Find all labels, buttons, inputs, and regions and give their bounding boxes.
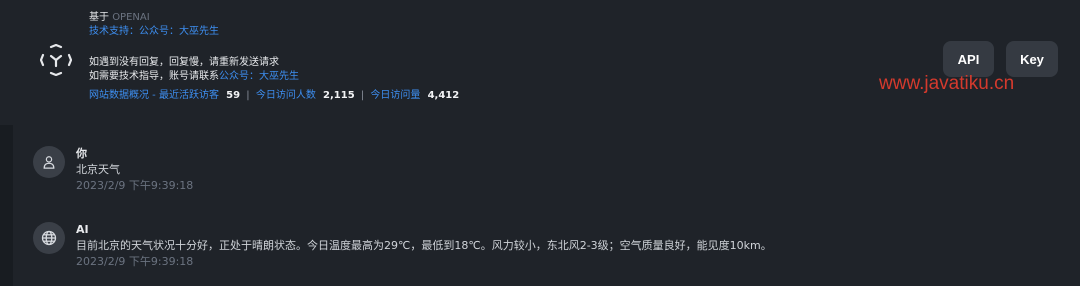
globe-icon — [41, 230, 57, 246]
contact-notice: 如需要技术指导，账号请联系 — [89, 71, 219, 82]
key-button[interactable]: Key — [1006, 41, 1058, 77]
message-body: AI 目前北京的天气状况十分好，正处于晴朗状态。今日温度最高为29℃，最低到18… — [76, 222, 772, 270]
user-icon — [43, 156, 55, 169]
message-timestamp: 2023/2/9 下午9:39:18 — [76, 255, 194, 268]
message-timestamp: 2023/2/9 下午9:39:18 — [76, 179, 194, 192]
message-body: 你 北京天气 2023/2/9 下午9:39:18 — [76, 146, 193, 194]
today-users-label: 今日访问人数 — [255, 90, 316, 101]
api-button[interactable]: API — [943, 41, 994, 77]
left-sidebar — [0, 125, 13, 286]
header: 基于 OPENAI 技术支持：公众号：大巫先生 如遇到没有回复，回复慢，请重新发… — [0, 0, 1080, 125]
powered-by-label: 基于 — [89, 12, 109, 23]
message-author: AI — [76, 223, 89, 236]
today-users-count: 2,115 — [323, 90, 355, 101]
stats-divider: | — [360, 90, 365, 101]
message-author: 你 — [76, 147, 87, 160]
stats-label: 网站数据概况 - 最近活跃访客 — [89, 90, 219, 101]
active-visitors-count: 59 — [226, 90, 241, 101]
watermark: www.javatiku.cn — [879, 73, 1015, 94]
contact-link[interactable]: 公众号：大巫先生 — [219, 71, 299, 82]
stats-divider: | — [246, 90, 250, 101]
model-name: OPENAI — [112, 12, 150, 23]
retry-notice: 如遇到没有回复，回复慢，请重新发送请求 — [89, 57, 279, 68]
message-text: 北京天气 — [76, 163, 120, 176]
today-visits-count: 4,412 — [427, 90, 460, 101]
header-info: 基于 OPENAI 技术支持：公众号：大巫先生 如遇到没有回复，回复慢，请重新发… — [89, 11, 459, 103]
logo-icon — [40, 44, 72, 76]
today-visits-label: 今日访问量 — [370, 90, 421, 101]
avatar — [33, 222, 65, 254]
message-text: 目前北京的天气状况十分好，正处于晴朗状态。今日温度最高为29℃，最低到18℃。风… — [76, 239, 772, 252]
tech-support-link[interactable]: 技术支持：公众号：大巫先生 — [89, 26, 219, 37]
avatar — [33, 146, 65, 178]
